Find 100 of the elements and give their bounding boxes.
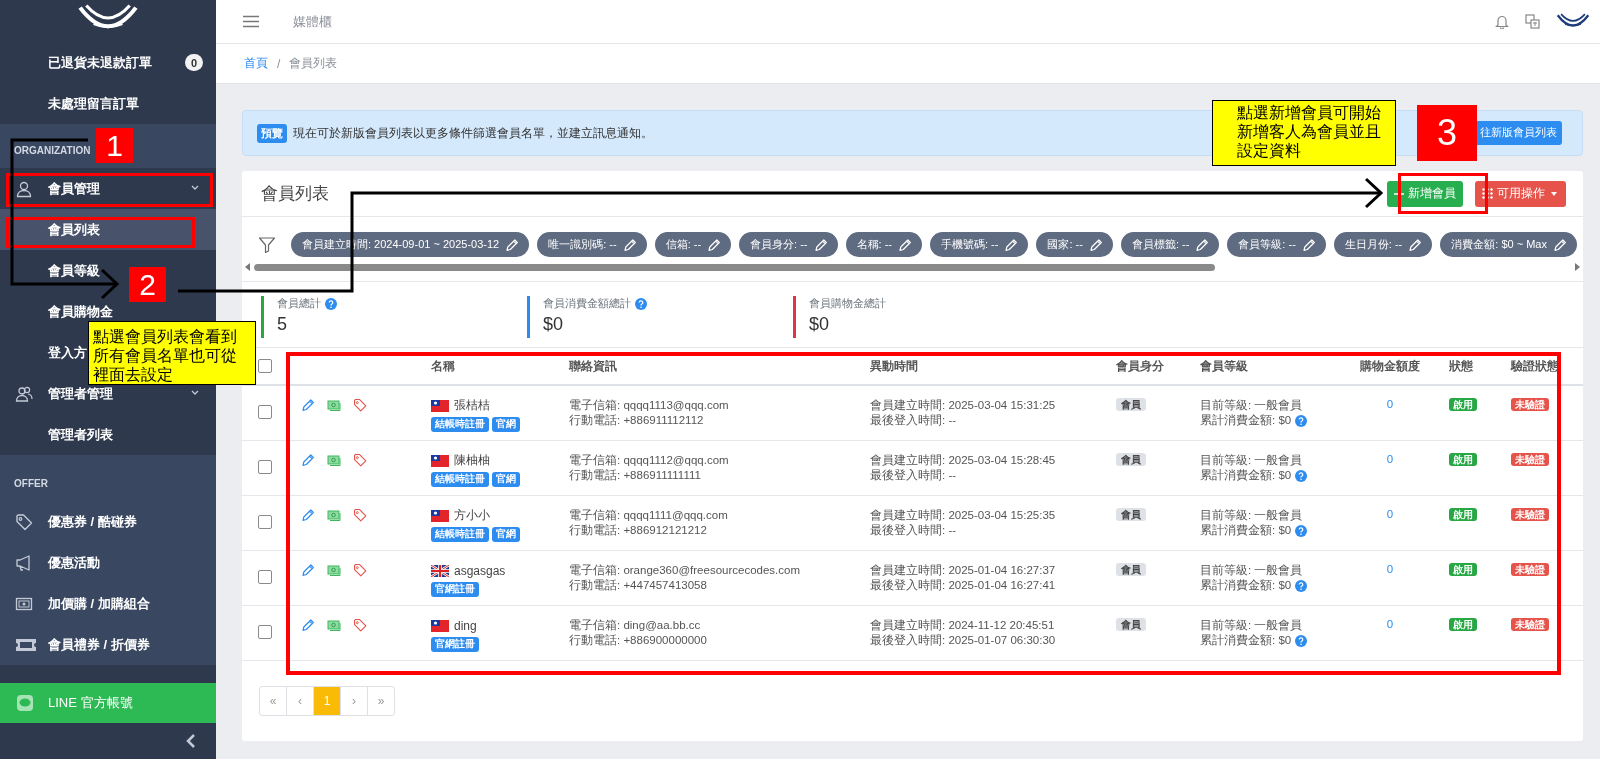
nav-item[interactable]: 會員等級 [0,262,100,279]
last-login-text: 最後登入時間: -- [870,468,957,483]
section-heading: ORGANIZATION [14,145,91,157]
level-text: 目前等級: 一般會員 [1200,563,1303,578]
page-button[interactable]: › [340,687,367,715]
edit-icon[interactable] [301,508,315,522]
tag-icon[interactable] [353,398,367,412]
member-name: 張桔桔 [454,397,490,414]
row-checkbox[interactable] [257,460,272,474]
row-checkbox[interactable] [257,405,272,419]
add-member-button[interactable]: 新增會員 [1387,180,1463,207]
chat-bubble-icon [16,694,34,712]
filter-chip[interactable]: 手機號碼: -- [930,232,1029,257]
media-library-link[interactable]: 媒體櫃 [293,12,332,31]
nav-item[interactable]: 會員購物金 [0,303,113,320]
last-login-text: 最後登入時間: 2025-01-07 06:30:30 [870,633,1056,648]
caret-icon [1549,190,1559,197]
nav-group[interactable]: 管理者管理 [0,385,113,402]
row-checkbox[interactable] [257,625,272,639]
filter-chip[interactable]: 會員標籤: -- [1120,232,1220,257]
nav-item[interactable]: 管理者列表 [0,426,113,443]
scroll-right-icon [1574,263,1580,271]
phone-text: 行動電話: +886900000000 [569,633,707,648]
pencil-icon [622,237,637,252]
filter-chip[interactable]: 唯一識別碼: -- [537,232,647,257]
row-checkbox[interactable] [257,570,272,584]
tag-icon[interactable] [353,453,367,467]
tag-icon[interactable] [353,618,367,632]
column-header: 會員等級 [1200,359,1248,372]
menu-icon[interactable] [243,15,259,28]
tag-icon[interactable] [353,563,367,577]
status-tag: 啟用 [1449,618,1477,631]
collapse-icon[interactable] [186,734,196,748]
row-checkbox[interactable] [257,515,272,529]
translate-icon[interactable] [1525,14,1540,29]
nav-item[interactable]: 加價購 / 加購組合 [0,595,150,612]
filter-chip[interactable]: 消費金額: $0 ~ Max [1440,232,1577,257]
select-all-checkbox[interactable] [257,359,272,373]
phone-text: 行動電話: +886911111111 [569,468,701,483]
credit-link[interactable]: 0 [1386,563,1394,575]
tag-icon[interactable] [353,508,367,522]
filter-chip[interactable]: 生日月份: -- [1333,232,1433,257]
credit-link[interactable]: 0 [1386,618,1394,630]
breadcrumb-current: 會員列表 [289,55,338,72]
horizontal-scrollbar[interactable] [245,260,1580,274]
column-header: 狀態 [1449,359,1473,372]
filter-chip[interactable]: 國家: -- [1036,232,1113,257]
phone-text: 行動電話: +886911112112 [569,413,704,428]
ticket-icon [15,636,37,653]
filter-chip[interactable]: 信箱: -- [654,232,732,257]
nav-item[interactable]: 優惠券 / 酷碰券 [0,513,137,530]
credit-link[interactable]: 0 [1386,398,1394,410]
banknote-icon[interactable] [327,453,341,467]
filter-chip[interactable]: 名稱: -- [845,232,922,257]
page-button[interactable]: « [260,687,286,715]
edit-icon[interactable] [301,398,315,412]
card-title: 會員列表 [261,183,329,205]
nav-group[interactable]: 會員管理 [0,180,100,197]
step-number: 1 [96,128,133,163]
pencil-icon [898,237,912,252]
banknote-icon[interactable] [327,508,341,522]
nav-item[interactable]: 未處理留言訂單 [0,95,139,112]
last-login-text: 最後登入時間: 2025-01-04 16:27:41 [870,578,1056,593]
last-login-text: 最後登入時間: -- [870,413,957,428]
credit-link[interactable]: 0 [1386,508,1394,520]
nav-item[interactable]: 登入方 [0,344,87,361]
edit-icon[interactable] [301,563,315,577]
breadcrumb-separator: / [277,56,281,71]
nav-item[interactable]: 會員禮券 / 折價券 [0,636,150,653]
page-button[interactable]: » [367,687,394,715]
pencil-icon [1301,237,1316,252]
help-icon [1295,414,1308,427]
filter-icon[interactable] [258,235,276,254]
actions-dropdown[interactable]: 可用操作 [1475,180,1566,207]
filter-chip[interactable]: 會員身分: -- [739,232,838,257]
column-header: 名稱 [431,359,455,372]
edit-icon[interactable] [301,453,315,467]
preview-tag: 預覽 [257,123,287,143]
status-tag: 啟用 [1449,508,1477,521]
breadcrumb-link[interactable]: 首頁 [244,55,268,72]
email-text: 電子信箱: ding@aa.bb.cc [569,618,701,633]
filter-chip[interactable]: 會員等級: -- [1227,232,1326,257]
nav-item[interactable]: 優惠活動 [0,554,100,571]
created-time-text: 會員建立時間: 2024-11-12 20:45:51 [870,618,1055,633]
verification-tag: 未驗證 [1511,508,1549,521]
nav-item[interactable]: 已退貨未退款訂單 [0,54,152,71]
role-tag: 會員 [1116,508,1146,521]
bell-icon[interactable] [1495,14,1509,29]
role-tag: 會員 [1116,563,1146,576]
notice-text: 現在可於新版會員列表以更多條件篩選會員名單，並建立訊息通知。 [293,124,653,142]
credit-link[interactable]: 0 [1386,453,1394,465]
brand-logo [1556,13,1590,30]
callout-note: 點選會員列表會看到所有會員名單也可從裡面去設定 [88,321,256,385]
status-tag: 啟用 [1449,563,1477,576]
new-list-button[interactable]: 往新版會員列表 [1477,121,1562,145]
banknote-icon[interactable] [327,563,341,577]
users-icon [15,384,33,403]
edit-icon[interactable] [301,618,315,632]
banknote-icon[interactable] [327,618,341,632]
banknote-icon[interactable] [327,398,341,412]
